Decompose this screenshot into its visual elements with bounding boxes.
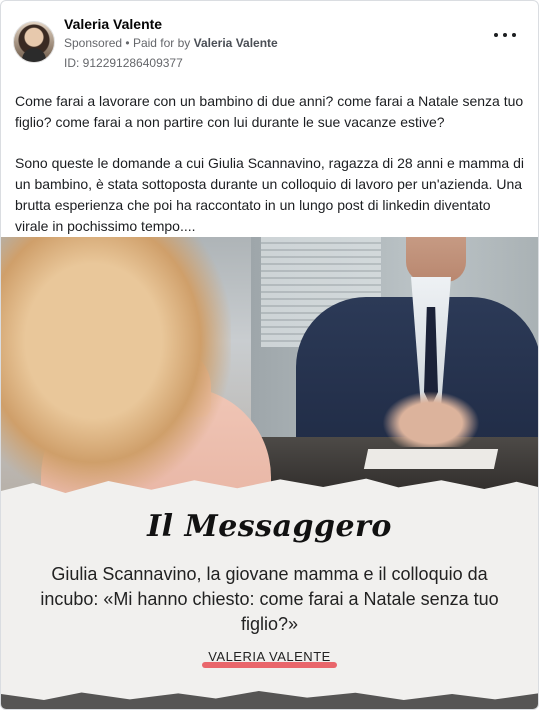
avatar[interactable] bbox=[13, 21, 55, 63]
meta-separator: • bbox=[125, 36, 133, 50]
author-name[interactable]: Valeria Valente bbox=[64, 16, 162, 32]
post-header: Valeria Valente Sponsored • Paid for by … bbox=[13, 15, 526, 75]
ad-creative-image[interactable]: Il Messaggero Giulia Scannavino, la giov… bbox=[1, 237, 538, 709]
post-paragraph-1: Come farai a lavorare con un bambino di … bbox=[15, 93, 524, 130]
newspaper-masthead: Il Messaggero bbox=[147, 509, 392, 544]
post-body: Come farai a lavorare con un bambino di … bbox=[15, 91, 527, 257]
ad-post-card: Valeria Valente Sponsored • Paid for by … bbox=[0, 0, 539, 710]
article-headline: Giulia Scannavino, la giovane mamma e il… bbox=[40, 564, 499, 634]
sponsored-meta: Sponsored • Paid for by Valeria Valente bbox=[64, 36, 278, 50]
interview-photo bbox=[1, 237, 538, 497]
paid-for-prefix: Paid for by bbox=[132, 36, 191, 50]
paid-for-name[interactable]: Valeria Valente bbox=[194, 36, 278, 50]
post-paragraph-2: Sono queste le domande a cui Giulia Scan… bbox=[15, 155, 524, 234]
byline-text: VALERIA VALENTE bbox=[208, 649, 331, 664]
more-options-icon[interactable] bbox=[494, 29, 516, 41]
article-byline: VALERIA VALENTE bbox=[1, 649, 538, 664]
sponsored-label: Sponsored bbox=[64, 36, 123, 50]
bottom-torn-edge bbox=[1, 691, 538, 709]
ad-id: ID: 912291286409377 bbox=[64, 56, 183, 70]
